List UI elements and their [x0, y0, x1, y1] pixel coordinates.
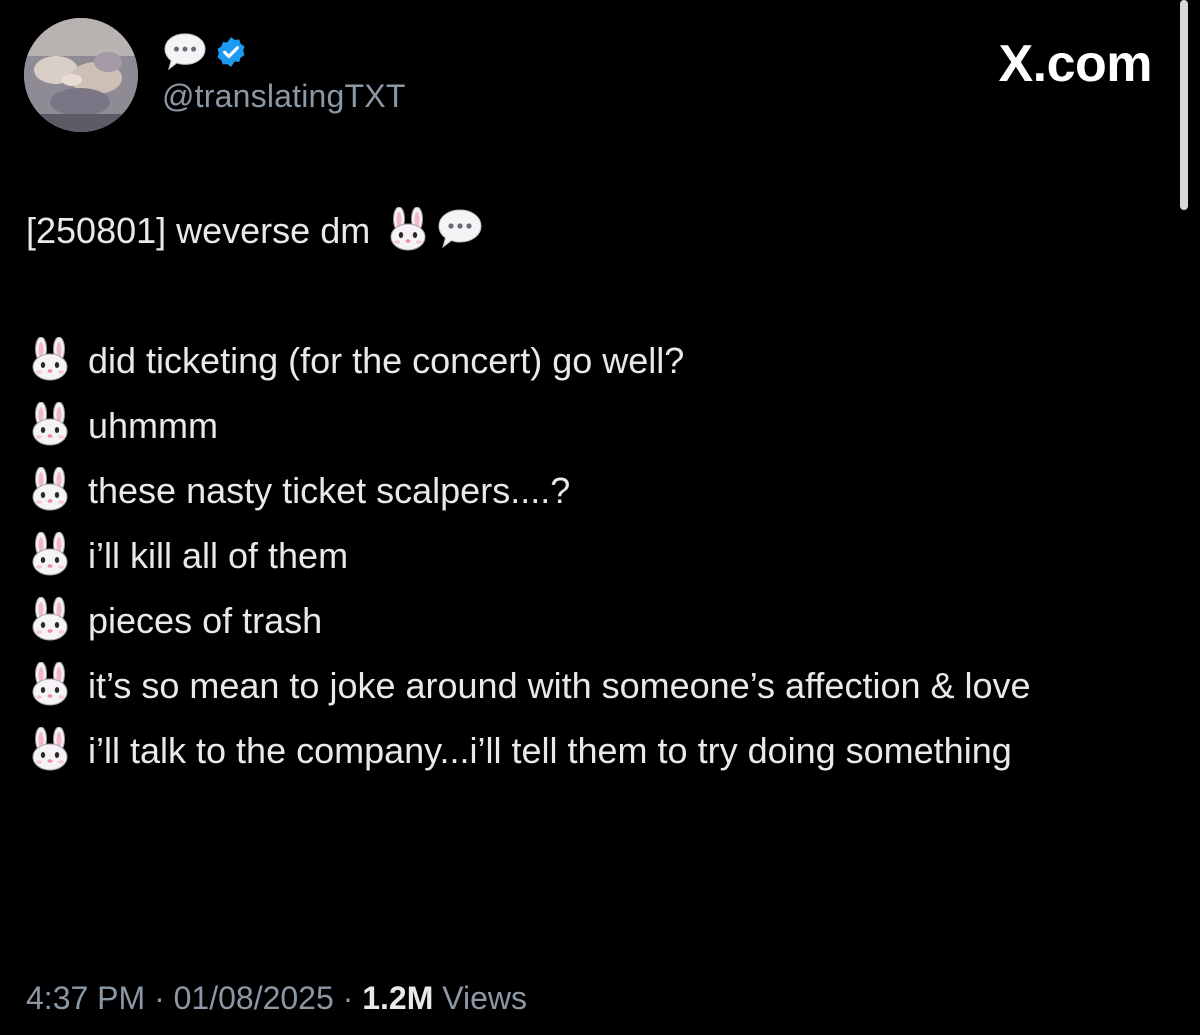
scrollbar[interactable]: [1180, 0, 1188, 210]
speech-bubble-icon: [162, 31, 208, 73]
tweet-line: i’ll kill all of them: [26, 523, 1176, 588]
display-name[interactable]: [162, 30, 248, 74]
tweet-meta: 4:37 PM · 01/08/2025 · 1.2M Views: [26, 980, 527, 1017]
tweet-line: pieces of trash: [26, 588, 1176, 653]
avatar[interactable]: [24, 18, 138, 132]
site-label: X.com: [998, 35, 1152, 93]
tweet-line-text: these nasty ticket scalpers....?: [88, 470, 571, 511]
tweet-line: it’s so mean to joke around with someone…: [26, 653, 1176, 718]
tweet-line: these nasty ticket scalpers....?: [26, 458, 1176, 523]
tweet-body: [250801] weverse dm did ticketing (for t…: [26, 198, 1176, 783]
meta-separator: ·: [342, 980, 354, 1016]
verified-badge-icon: [217, 37, 245, 67]
tweet-date[interactable]: 01/08/2025: [174, 980, 334, 1016]
tweet-line: i’ll talk to the company...i’ll tell the…: [26, 718, 1176, 783]
rabbit-face-icon: [26, 597, 74, 641]
rabbit-face-icon: [26, 467, 74, 511]
group-photo-avatar-icon: [24, 18, 138, 132]
rabbit-face-icon: [26, 727, 74, 771]
tweet-line-text: did ticketing (for the concert) go well?: [88, 340, 685, 381]
tweet-line-text: pieces of trash: [88, 600, 323, 641]
tweet-line: did ticketing (for the concert) go well?: [26, 328, 1176, 393]
tweet-title: [250801] weverse dm: [26, 210, 371, 251]
tweet-line-text: it’s so mean to joke around with someone…: [88, 665, 1031, 706]
tweet-line-text: uhmmm: [88, 405, 219, 446]
rabbit-face-icon: [26, 532, 74, 576]
rabbit-face-icon: [26, 337, 74, 381]
tweet-title-line: [250801] weverse dm: [26, 198, 1176, 263]
rabbit-face-icon: [26, 402, 74, 446]
account-handle[interactable]: @translatingTXT: [162, 78, 406, 115]
tweet-time[interactable]: 4:37 PM: [26, 980, 145, 1016]
rabbit-face-icon: [26, 662, 74, 706]
tweet-line-text: i’ll talk to the company...i’ll tell the…: [88, 730, 1012, 771]
tweet-line-text: i’ll kill all of them: [88, 535, 349, 576]
meta-separator: ·: [154, 980, 165, 1016]
views-label: Views: [442, 980, 528, 1016]
rabbit-face-icon: [384, 207, 432, 251]
speech-bubble-icon: [436, 207, 484, 251]
tweet-line: uhmmm: [26, 393, 1176, 458]
views-count[interactable]: 1.2M: [362, 980, 433, 1016]
